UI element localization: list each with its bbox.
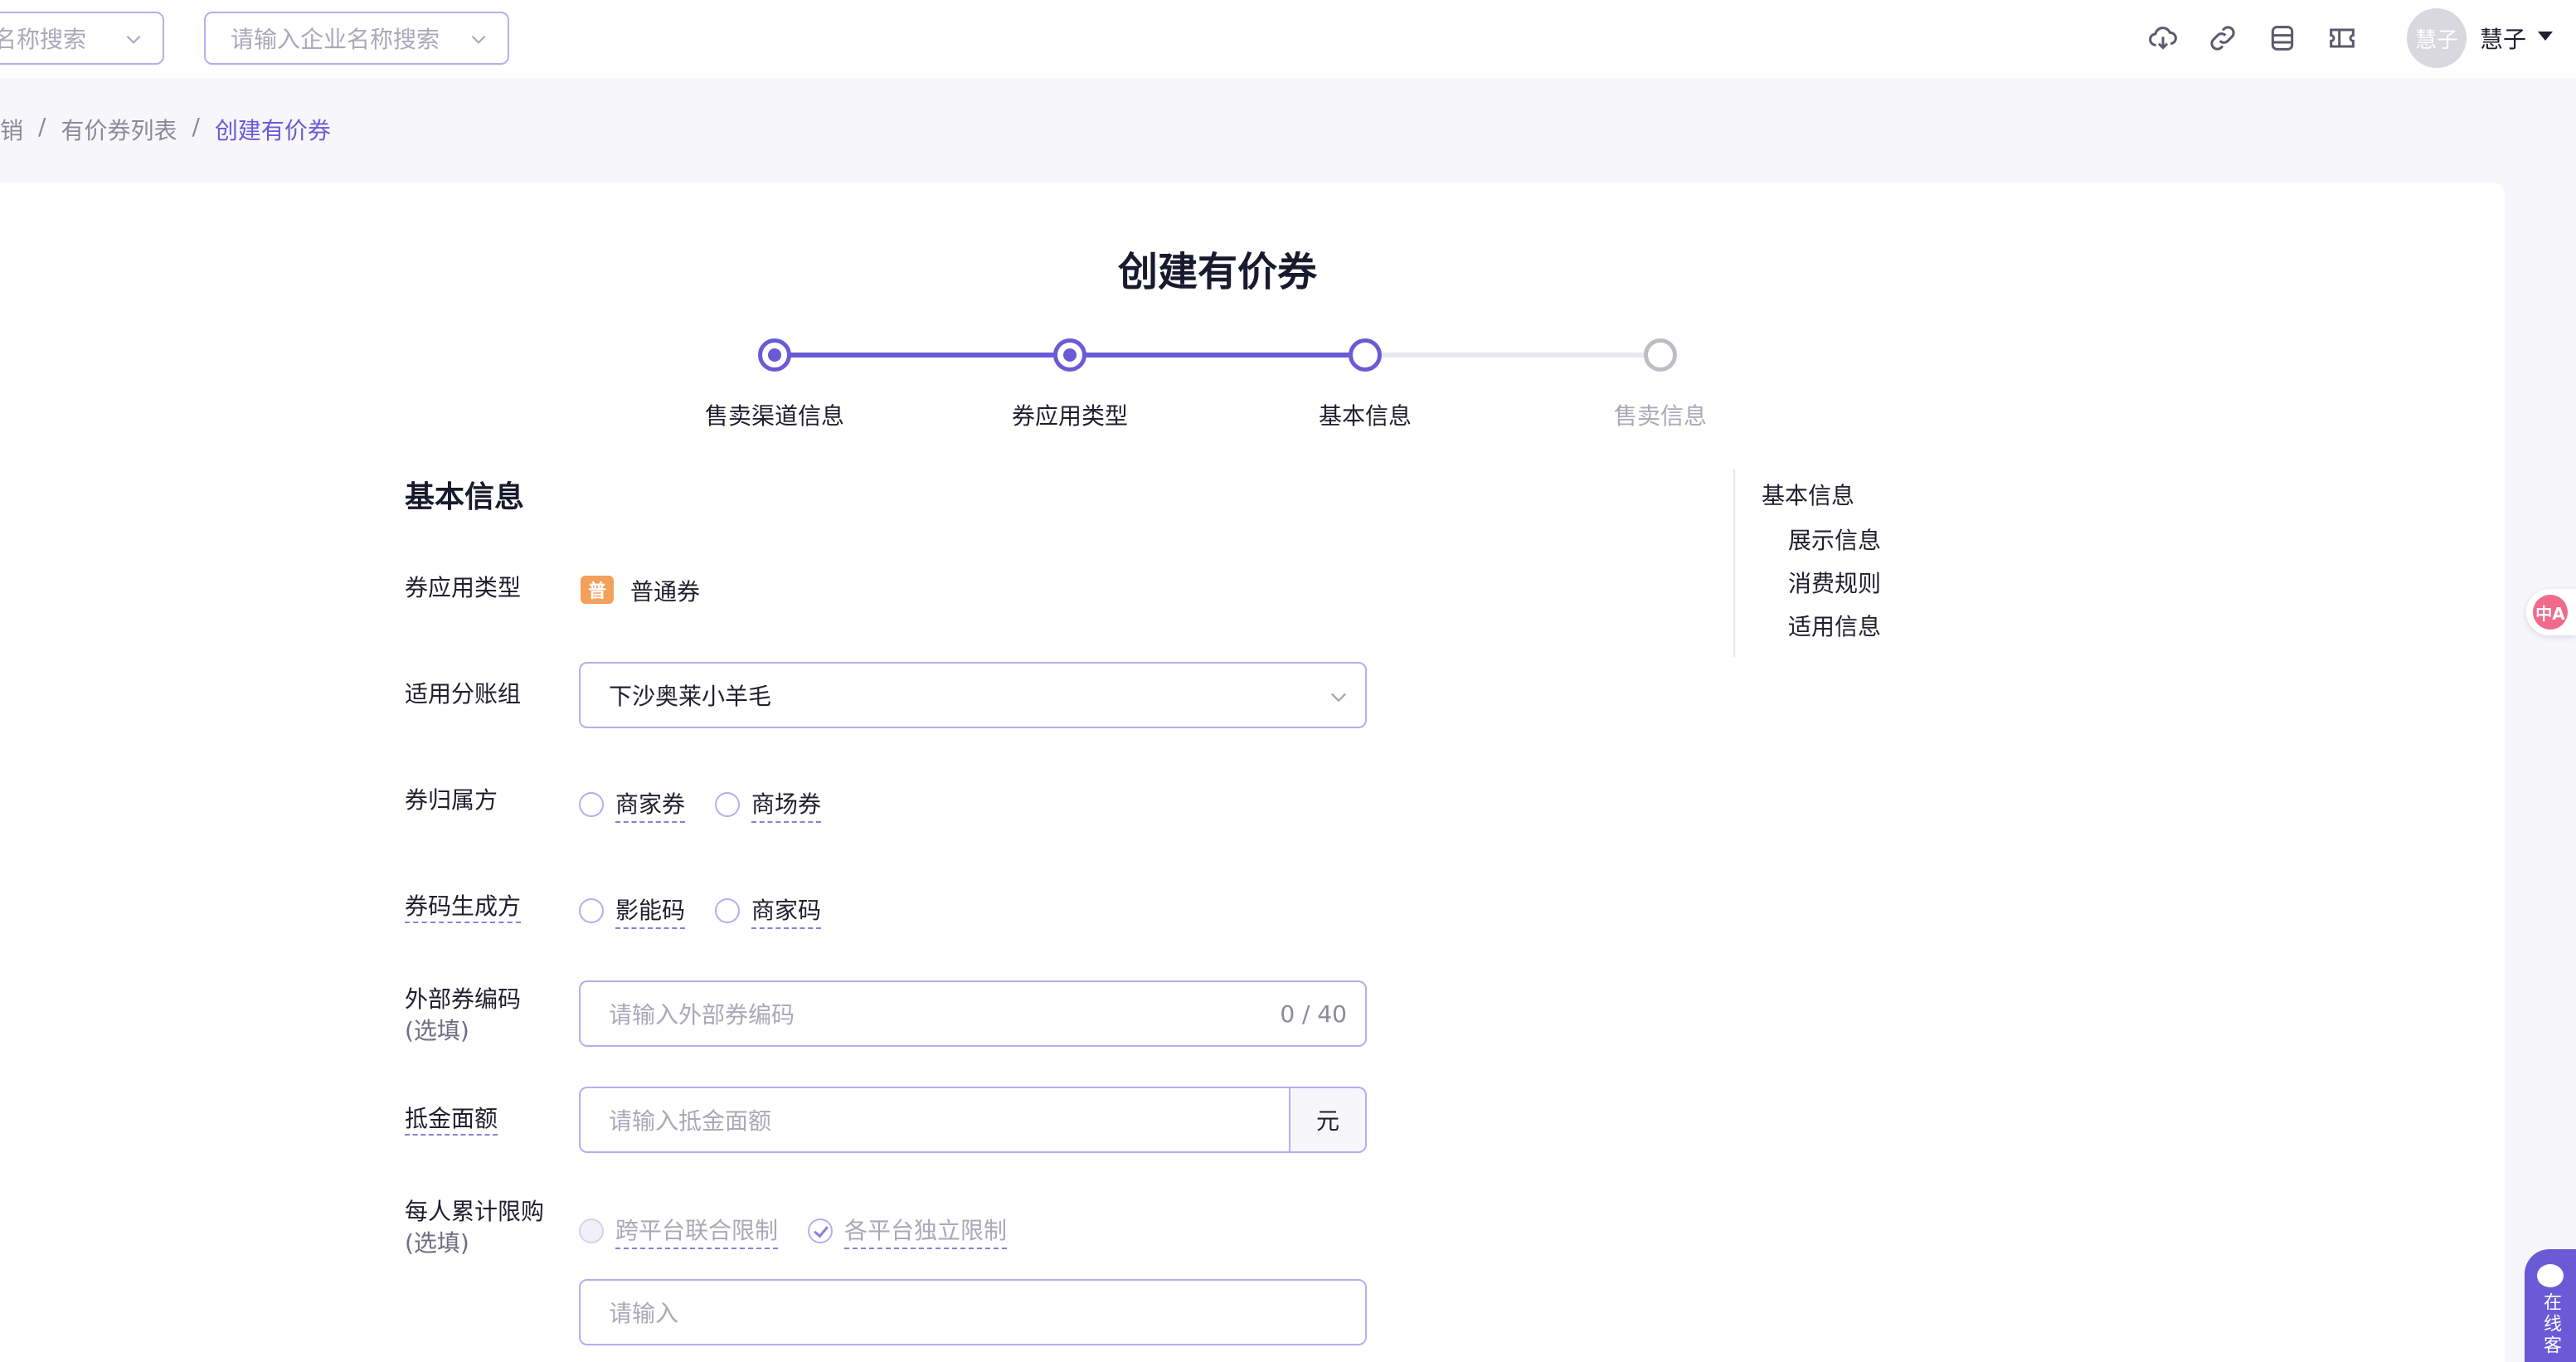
anchor-basic-info[interactable]: 基本信息 <box>1762 478 1854 511</box>
company-search-placeholder: 请输入企业名称搜索 <box>231 26 440 53</box>
account-group-value: 下沙奥莱小羊毛 <box>609 683 772 710</box>
purchase-limit-input[interactable]: 请输入 <box>579 1279 1367 1345</box>
amount-input[interactable]: 请输入抵金面额 <box>579 1087 1289 1153</box>
anchor-display-info[interactable]: 展示信息 <box>1788 523 1881 556</box>
chevron-down-icon <box>126 35 141 44</box>
step-label-sales-channel: 售卖渠道信息 <box>705 402 845 430</box>
amount-unit: 元 <box>1289 1087 1367 1153</box>
amount-input-group: 请输入抵金面额 元 <box>579 1087 1367 1153</box>
radio-independent-limit[interactable]: 各平台独立限制 <box>808 1213 1008 1249</box>
translate-button[interactable]: 中A <box>2526 589 2576 635</box>
breadcrumb-item-current: 创建有价券 <box>214 117 331 144</box>
name-search-placeholder: 名称搜索 <box>0 26 87 53</box>
database-icon[interactable] <box>2266 22 2299 55</box>
step-dot-sales-channel <box>758 338 791 372</box>
step-label-sales-info: 售卖信息 <box>1614 402 1708 430</box>
section-title: 基本信息 <box>405 480 525 514</box>
purchase-limit-placeholder: 请输入 <box>609 1300 679 1327</box>
owner-label: 券归属方 <box>405 786 498 814</box>
radio-circle[interactable] <box>715 792 740 817</box>
code-generator-label-text: 券码生成方 <box>405 893 522 923</box>
breadcrumb: 销 / 有价券列表 / 创建有价券 <box>0 113 331 146</box>
external-code-counter: 0 / 40 <box>1280 1000 1347 1028</box>
online-service-text: 在线客 <box>2540 1292 2561 1357</box>
step-dot-coupon-type <box>1053 338 1086 372</box>
radio-circle[interactable] <box>579 1219 604 1243</box>
amount-label: 抵金面额 <box>405 1103 498 1136</box>
external-code-label-text: 外部券编码 <box>405 985 522 1013</box>
username[interactable]: 慧子 <box>2480 22 2526 55</box>
coupon-type-label: 券应用类型 <box>405 574 522 601</box>
account-group-select[interactable]: 下沙奥莱小羊毛 <box>579 662 1367 728</box>
radio-merchant-code-label: 商家码 <box>751 893 822 929</box>
coupon-type-value: 普通券 <box>630 578 701 606</box>
external-code-label: 外部券编码 (选填) <box>405 984 521 1047</box>
breadcrumb-separator: / <box>192 113 200 140</box>
step-dot-basic-info <box>1349 338 1382 372</box>
cloud-download-icon[interactable] <box>2146 22 2180 55</box>
radio-mall-coupon[interactable]: 商场券 <box>715 786 822 823</box>
radio-merchant-coupon-label: 商家券 <box>615 786 686 823</box>
step-dot-sales-info <box>1644 338 1677 372</box>
check-icon[interactable] <box>808 1219 833 1243</box>
external-code-input[interactable]: 请输入外部券编码 0 / 40 <box>579 980 1367 1047</box>
account-group-label: 适用分账组 <box>405 680 522 708</box>
coupon-badge-icon: 普 <box>581 576 614 604</box>
step-label-basic-info: 基本信息 <box>1319 402 1412 430</box>
top-bar: 名称搜索 请输入企业名称搜索 慧子 慧子 <box>0 0 2576 78</box>
amount-placeholder: 请输入抵金面额 <box>609 1107 772 1135</box>
breadcrumb-separator: / <box>38 113 46 140</box>
radio-yingneng-code-label: 影能码 <box>615 893 686 929</box>
purchase-limit-optional: (选填) <box>405 1229 469 1257</box>
link-icon[interactable] <box>2206 22 2239 55</box>
radio-mall-coupon-label: 商场券 <box>751 786 822 823</box>
radio-circle[interactable] <box>579 898 604 923</box>
radio-merchant-code[interactable]: 商家码 <box>715 893 822 929</box>
radio-circle[interactable] <box>579 792 604 817</box>
ticket-icon[interactable] <box>2326 22 2359 55</box>
radio-cross-platform-limit-label: 跨平台联合限制 <box>615 1213 779 1249</box>
anchor-applicable-info[interactable]: 适用信息 <box>1788 609 1881 642</box>
radio-merchant-coupon[interactable]: 商家券 <box>579 786 686 823</box>
purchase-limit-label-text: 每人累计限购 <box>405 1198 545 1225</box>
amount-label-text: 抵金面额 <box>405 1105 498 1136</box>
anchor-consumption-rules[interactable]: 消费规则 <box>1788 566 1881 599</box>
external-code-placeholder: 请输入外部券编码 <box>609 1001 795 1029</box>
name-search-select[interactable]: 名称搜索 <box>0 12 164 65</box>
page-title: 创建有价券 <box>1118 249 1318 295</box>
code-generator-label: 券码生成方 <box>405 891 522 923</box>
radio-cross-platform-limit[interactable]: 跨平台联合限制 <box>579 1213 779 1249</box>
breadcrumb-item-marketing[interactable]: 销 <box>0 113 23 146</box>
radio-independent-limit-label: 各平台独立限制 <box>844 1213 1008 1249</box>
chevron-down-icon <box>1331 693 1346 703</box>
steps-remaining-line <box>1363 353 1660 358</box>
external-code-optional: (选填) <box>405 1017 469 1044</box>
step-label-coupon-type: 券应用类型 <box>1012 402 1129 430</box>
breadcrumb-item-coupon-list[interactable]: 有价券列表 <box>61 113 177 146</box>
chevron-down-icon <box>471 35 486 44</box>
radio-yingneng-code[interactable]: 影能码 <box>579 893 686 929</box>
company-search-select[interactable]: 请输入企业名称搜索 <box>204 12 509 65</box>
purchase-limit-label: 每人累计限购 (选填) <box>405 1196 544 1259</box>
chat-bubble-icon <box>2537 1264 2564 1287</box>
translate-icon: 中A <box>2533 595 2568 630</box>
radio-circle[interactable] <box>715 898 740 923</box>
caret-down-icon[interactable] <box>2538 32 2553 41</box>
anchor-nav-line <box>1733 469 1735 657</box>
online-service-button[interactable]: 在线客 <box>2525 1249 2576 1362</box>
content-card <box>0 182 2505 1362</box>
avatar[interactable]: 慧子 <box>2407 8 2467 68</box>
